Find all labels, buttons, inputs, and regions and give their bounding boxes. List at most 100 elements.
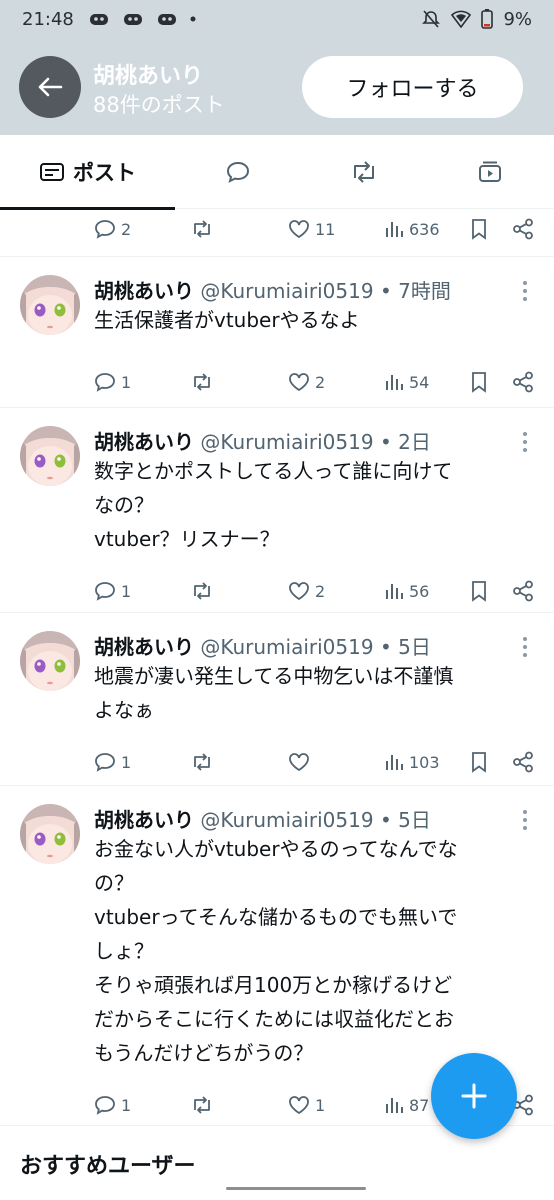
analytics-icon (386, 222, 403, 237)
share-button[interactable] (512, 214, 534, 244)
repost-button[interactable] (190, 367, 214, 397)
reply-button[interactable]: 2 (94, 214, 131, 244)
like-button[interactable]: 1 (288, 1090, 325, 1120)
like-count: 11 (315, 219, 336, 239)
repost-icon (194, 220, 210, 238)
post-header: 胡桃あいり @Kurumiairi0519 • 2日 (94, 426, 431, 455)
partial-post[interactable]: 2 11 636 (0, 209, 554, 257)
more-options-icon[interactable] (520, 635, 530, 659)
avatar[interactable] (20, 275, 80, 335)
post-text-line: そりゃ頑張れば月100万とか稼げるけど (94, 973, 453, 997)
tab-reposts[interactable] (326, 135, 402, 209)
reply-tab-icon (226, 161, 250, 183)
repost-button[interactable] (190, 747, 214, 777)
post-author-name[interactable]: 胡桃あいり (94, 808, 194, 832)
post-actions: 2 11 636 (94, 214, 544, 244)
post-text-line: しょ？ (94, 939, 154, 963)
reply-count: 2 (121, 219, 132, 239)
home-indicator (226, 1187, 366, 1190)
avatar[interactable] (20, 426, 80, 486)
analytics-icon (386, 755, 403, 770)
post-author-name[interactable]: 胡桃あいり (94, 279, 194, 303)
profile-tabs: ポスト (0, 135, 554, 210)
post-text-line: vtuber？リスナー？ (94, 527, 280, 551)
share-button[interactable] (512, 747, 534, 777)
avatar[interactable] (20, 631, 80, 691)
view-count: 636 (409, 219, 440, 239)
more-notifications-dot-icon (190, 16, 196, 22)
post-handle-time: @Kurumiairi0519 • 5日 (200, 635, 431, 659)
post-text-line: 数字とかポストしてる人って誰に向けて (94, 459, 453, 483)
post-item[interactable]: 胡桃あいり @Kurumiairi0519 • 5日 地震が凄い発生してる中物乞い… (0, 613, 554, 786)
heart-icon (289, 220, 309, 239)
like-button[interactable]: 2 (288, 576, 325, 606)
more-options-icon[interactable] (520, 279, 530, 303)
avatar[interactable] (20, 804, 80, 864)
back-button[interactable] (19, 56, 81, 118)
reply-count: 1 (121, 372, 132, 392)
more-options-icon[interactable] (520, 430, 530, 454)
reply-button[interactable]: 1 (94, 1090, 131, 1120)
heart-icon (289, 753, 309, 772)
views-button[interactable]: 103 (384, 747, 440, 777)
post-text: 数字とかポストしてる人って誰に向けて なの？ vtuber？リスナー？ (94, 454, 544, 556)
views-button[interactable]: 56 (384, 576, 429, 606)
repost-icon (194, 582, 210, 600)
heart-icon (289, 582, 309, 601)
compose-post-button[interactable] (431, 1053, 517, 1139)
media-tab-icon (479, 161, 501, 182)
bookmark-icon (472, 752, 486, 773)
bookmark-button[interactable] (470, 367, 488, 397)
reply-button[interactable]: 1 (94, 367, 131, 397)
post-text-line: よなぁ (94, 698, 154, 722)
share-button[interactable] (512, 576, 534, 606)
analytics-icon (386, 1098, 403, 1113)
post-header: 胡桃あいり @Kurumiairi0519 • 5日 (94, 631, 431, 660)
post-actions: 1 103 (94, 747, 544, 777)
tab-media[interactable] (452, 135, 528, 209)
bookmark-button[interactable] (470, 576, 488, 606)
views-button[interactable]: 54 (384, 367, 429, 397)
post-author-name[interactable]: 胡桃あいり (94, 430, 194, 454)
arrow-left-icon (38, 77, 63, 97)
follow-button[interactable]: フォローする (302, 56, 523, 118)
repost-icon (194, 373, 210, 391)
header-post-count: 88件のポスト (93, 93, 225, 117)
post-header: 胡桃あいり @Kurumiairi0519 • 5日 (94, 804, 431, 833)
post-actions: 1 2 54 (94, 367, 544, 397)
tab-posts-label: ポスト (73, 161, 136, 185)
more-options-icon[interactable] (520, 808, 530, 832)
post-item[interactable]: 胡桃あいり @Kurumiairi0519 • 2日 数字とかポストしてる人って誰… (0, 408, 554, 613)
reply-button[interactable]: 1 (94, 576, 131, 606)
post-text-line: 生活保護者がvtuberやるなよ (94, 308, 360, 332)
reply-count: 1 (121, 1095, 132, 1115)
reply-button[interactable]: 1 (94, 747, 131, 777)
post-text-line: なの？ (94, 493, 154, 517)
repost-button[interactable] (190, 576, 214, 606)
like-count: 2 (315, 581, 326, 601)
post-item[interactable]: 胡桃あいり @Kurumiairi0519 • 7時間 生活保護者がvtuberや… (0, 257, 554, 408)
discord-notification-icon (157, 14, 176, 25)
bookmark-icon (472, 372, 486, 393)
like-button[interactable]: 11 (288, 214, 335, 244)
posts-tab-icon (40, 163, 64, 181)
heart-icon (289, 373, 309, 392)
views-button[interactable]: 87 (384, 1090, 429, 1120)
post-text-line: お金ない人がvtuberやるのってなんでな (94, 837, 458, 861)
status-bar: 21:48 9% (0, 0, 554, 38)
wifi-icon (451, 10, 472, 28)
views-button[interactable]: 636 (384, 214, 440, 244)
post-text: 生活保護者がvtuberやるなよ (94, 303, 544, 337)
bookmark-button[interactable] (470, 214, 488, 244)
repost-button[interactable] (190, 1090, 214, 1120)
tab-replies[interactable] (200, 135, 276, 209)
reply-icon (95, 753, 115, 772)
tab-posts[interactable]: ポスト (0, 135, 175, 210)
bookmark-button[interactable] (470, 747, 488, 777)
like-button[interactable] (288, 747, 315, 777)
like-button[interactable]: 2 (288, 367, 325, 397)
share-button[interactable] (512, 367, 534, 397)
reply-icon (95, 220, 115, 239)
post-author-name[interactable]: 胡桃あいり (94, 635, 194, 659)
repost-button[interactable] (190, 214, 214, 244)
